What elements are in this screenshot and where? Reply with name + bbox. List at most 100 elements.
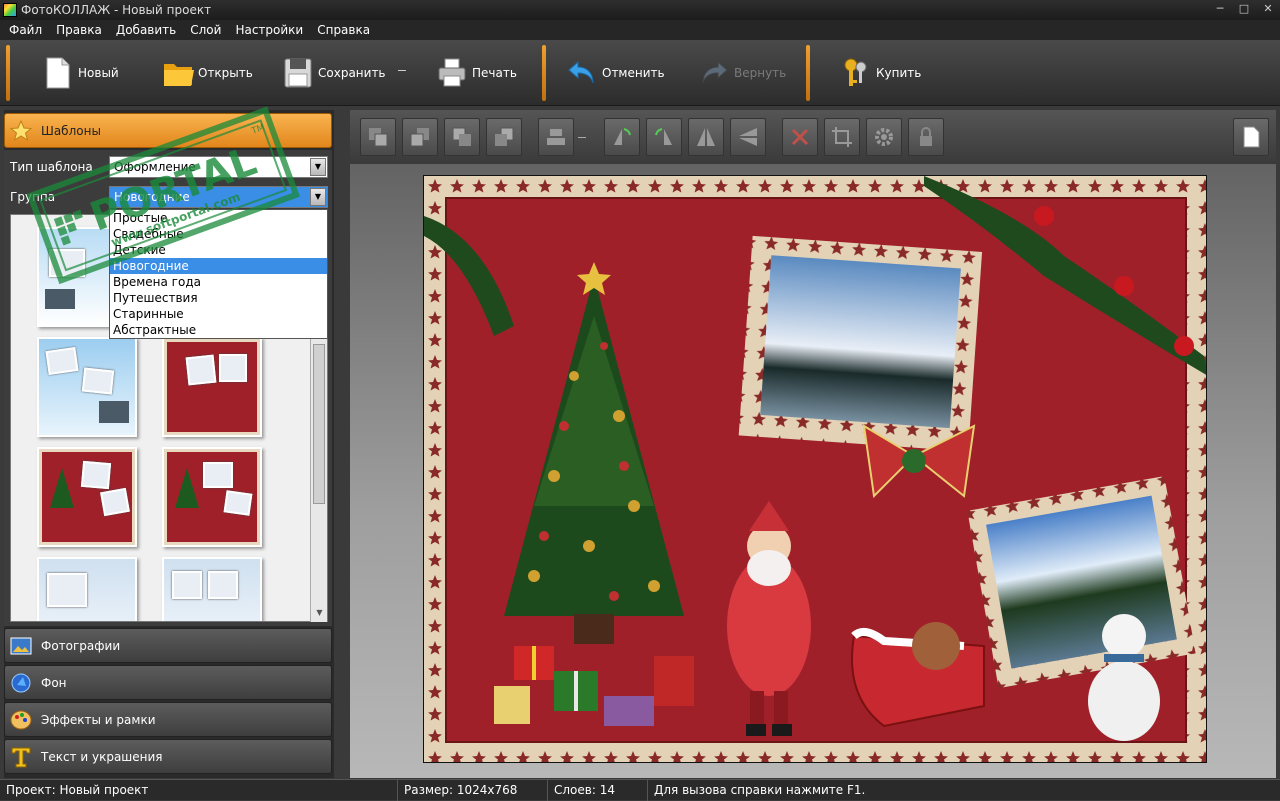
paint-bucket-icon bbox=[9, 671, 33, 695]
menu-layer[interactable]: Слой bbox=[183, 23, 228, 37]
dropdown-option[interactable]: Путешествия bbox=[110, 290, 327, 306]
rotate-right-icon bbox=[655, 128, 672, 145]
dropdown-option[interactable]: Времена года bbox=[110, 274, 327, 290]
buy-button[interactable]: Купить bbox=[840, 48, 921, 98]
printer-icon bbox=[436, 56, 468, 90]
status-hint: Для вызова справки нажмите F1. bbox=[654, 782, 866, 797]
collage-canvas[interactable] bbox=[423, 175, 1207, 763]
menu-edit[interactable]: Правка bbox=[49, 23, 109, 37]
template-type-label: Тип шаблона bbox=[10, 160, 93, 174]
template-thumbnail[interactable] bbox=[37, 447, 137, 547]
dropdown-option[interactable]: Детские bbox=[110, 242, 327, 258]
status-size: Размер: 1024x768 bbox=[398, 779, 548, 801]
align-icon bbox=[547, 129, 565, 145]
status-bar: Проект: Новый проект Размер: 1024x768 Сл… bbox=[0, 779, 1280, 801]
main-toolbar: Новый Открыть Сохранить Печать Отменить … bbox=[0, 40, 1280, 106]
effects-section-header[interactable]: Эффекты и рамки bbox=[4, 702, 332, 737]
delete-x-icon bbox=[791, 128, 809, 146]
app-icon bbox=[3, 3, 17, 17]
flip-horizontal-icon bbox=[697, 128, 715, 146]
minimize-icon[interactable]: ─ bbox=[1208, 0, 1232, 20]
rotate-right-button[interactable] bbox=[646, 118, 682, 156]
flip-vertical-icon bbox=[739, 128, 757, 146]
template-thumbnail[interactable] bbox=[37, 337, 137, 437]
rotate-left-button[interactable] bbox=[604, 118, 640, 156]
layer-backward-icon bbox=[452, 127, 471, 146]
flip-vertical-button[interactable] bbox=[730, 118, 766, 156]
dropdown-option[interactable]: Простые bbox=[110, 210, 327, 226]
menu-file[interactable]: Файл bbox=[2, 23, 49, 37]
photo-frame-clouds bbox=[738, 235, 983, 452]
flip-horizontal-button[interactable] bbox=[688, 118, 724, 156]
status-project: Проект: Новый проект bbox=[0, 779, 398, 801]
palette-icon bbox=[9, 708, 33, 732]
folder-icon bbox=[162, 56, 194, 90]
layer-front-icon bbox=[369, 128, 388, 147]
floppy-disk-icon bbox=[282, 56, 314, 90]
gear-icon bbox=[875, 128, 893, 146]
dropdown-option[interactable]: Абстрактные bbox=[110, 322, 327, 338]
page-settings-button[interactable] bbox=[1233, 118, 1269, 156]
menu-bar: Файл Правка Добавить Слой Настройки Спра… bbox=[0, 20, 1280, 40]
maximize-icon[interactable]: □ bbox=[1232, 0, 1256, 20]
menu-help[interactable]: Справка bbox=[310, 23, 377, 37]
save-button[interactable]: Сохранить bbox=[282, 48, 386, 98]
dropdown-option[interactable]: Свадебные bbox=[110, 226, 327, 242]
star-icon bbox=[9, 119, 33, 143]
menu-settings[interactable]: Настройки bbox=[228, 23, 310, 37]
print-button[interactable]: Печать bbox=[436, 48, 517, 98]
lock-button[interactable] bbox=[908, 118, 944, 156]
chevron-down-icon: ▼ bbox=[310, 188, 326, 206]
menu-add[interactable]: Добавить bbox=[109, 23, 183, 37]
bring-to-front-button[interactable] bbox=[360, 118, 396, 156]
align-button[interactable] bbox=[538, 118, 574, 156]
send-backward-button[interactable] bbox=[444, 118, 480, 156]
new-button[interactable]: Новый bbox=[42, 48, 119, 98]
group-label: Группа bbox=[10, 190, 56, 204]
new-document-icon bbox=[42, 56, 74, 90]
text-t-icon bbox=[9, 745, 33, 769]
template-type-select[interactable]: Оформление ▼ bbox=[109, 156, 328, 178]
keys-icon bbox=[840, 56, 872, 90]
toolbar-separator bbox=[542, 45, 546, 101]
dropdown-option[interactable]: Старинные bbox=[110, 306, 327, 322]
crop-icon bbox=[832, 127, 852, 147]
template-thumbnail[interactable] bbox=[162, 447, 262, 547]
align-dropdown-icon[interactable] bbox=[578, 137, 586, 138]
window-title: ФотоКОЛЛАЖ - Новый проект bbox=[21, 3, 212, 17]
send-to-back-button[interactable] bbox=[486, 118, 522, 156]
undo-button[interactable]: Отменить bbox=[566, 48, 665, 98]
photo-icon bbox=[9, 634, 33, 658]
close-icon[interactable]: ✕ bbox=[1256, 0, 1280, 20]
background-section-header[interactable]: Фон bbox=[4, 665, 332, 700]
scroll-down-icon[interactable]: ▼ bbox=[311, 606, 328, 620]
text-section-header[interactable]: Текст и украшения bbox=[4, 739, 332, 774]
properties-button[interactable] bbox=[866, 118, 902, 156]
scrollbar-thumb[interactable] bbox=[313, 344, 325, 504]
group-dropdown-list: Простые Свадебные Детские Новогодние Вре… bbox=[109, 209, 328, 339]
open-button[interactable]: Открыть bbox=[162, 48, 253, 98]
delete-button[interactable] bbox=[782, 118, 818, 156]
toolbar-separator bbox=[806, 45, 810, 101]
dropdown-option-selected[interactable]: Новогодние bbox=[110, 258, 327, 274]
photos-section-header[interactable]: Фотографии bbox=[4, 628, 332, 663]
page-icon bbox=[1243, 126, 1260, 148]
status-layers: Слоев: 14 bbox=[548, 779, 648, 801]
template-thumbnail[interactable] bbox=[37, 557, 137, 621]
chevron-down-icon: ▼ bbox=[310, 158, 326, 176]
redo-arrow-icon bbox=[698, 56, 730, 90]
crop-button[interactable] bbox=[824, 118, 860, 156]
bring-forward-button[interactable] bbox=[402, 118, 438, 156]
redo-button[interactable]: Вернуть bbox=[698, 48, 786, 98]
layer-back-icon bbox=[495, 127, 514, 146]
templates-section-header[interactable]: Шаблоны bbox=[4, 113, 332, 148]
save-dropdown-icon[interactable] bbox=[398, 70, 406, 71]
group-select[interactable]: Новогодние ▼ bbox=[109, 186, 328, 208]
lock-icon bbox=[920, 127, 932, 146]
template-thumbnail[interactable] bbox=[162, 557, 262, 621]
template-thumbnail[interactable] bbox=[162, 337, 262, 437]
photo-frame-lake bbox=[967, 476, 1196, 689]
toolbar-separator bbox=[6, 45, 10, 101]
title-bar: ФотоКОЛЛАЖ - Новый проект ─ □ ✕ bbox=[0, 0, 1280, 20]
rotate-left-icon bbox=[614, 128, 631, 145]
